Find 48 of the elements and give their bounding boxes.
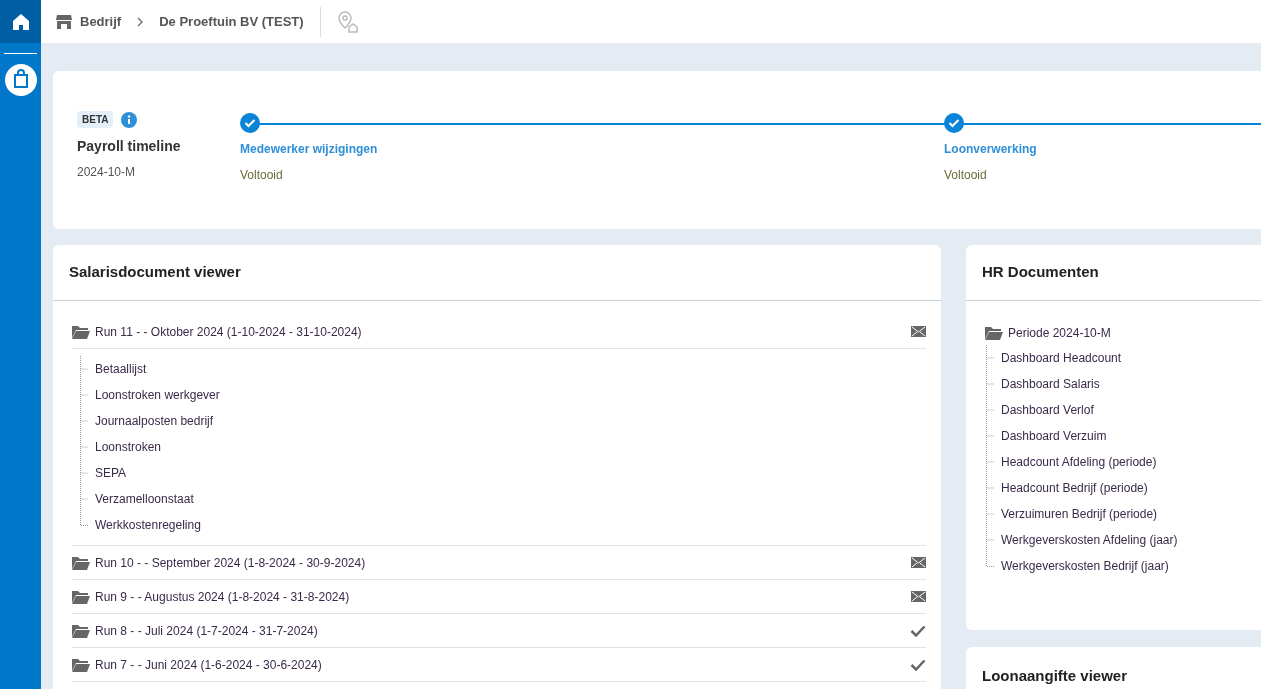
card-title: Salarisdocument viewer: [69, 262, 241, 283]
tree-item[interactable]: Dashboard Salaris: [1001, 375, 1100, 393]
folder-icon: [72, 623, 90, 638]
tree-item[interactable]: SEPA: [95, 464, 127, 482]
beta-badge: BETA: [77, 111, 114, 128]
card-title: HR Documenten: [982, 262, 1099, 283]
tree-item[interactable]: Dashboard Verlof: [1001, 401, 1094, 419]
tree-item[interactable]: Dashboard Verzuim: [1001, 427, 1107, 445]
folder-icon: [72, 555, 90, 570]
check-icon: [910, 658, 926, 671]
tree-item[interactable]: Journaalposten bedrijf: [95, 412, 214, 430]
tree-item[interactable]: Headcount Bedrijf (periode): [1001, 479, 1148, 497]
tree-item[interactable]: Werkgeverskosten Afdeling (jaar): [1001, 531, 1178, 549]
folder-item[interactable]: Periode 2024-10-M: [1008, 324, 1111, 342]
step-status: Voltooid: [944, 167, 988, 184]
folder-icon: [72, 657, 90, 672]
folder-icon: [985, 326, 1003, 340]
folder-icon: [72, 324, 90, 339]
breadcrumb-link[interactable]: Bedrijf: [80, 11, 122, 32]
home-icon[interactable]: [11, 12, 30, 31]
tree-item[interactable]: Verzuimuren Bedrijf (periode): [1001, 505, 1158, 523]
tree-item[interactable]: Loonstroken werkgever: [95, 386, 220, 404]
folder-icon: [72, 589, 90, 604]
card-title: Loonaangifte viewer: [982, 666, 1129, 686]
tree-item[interactable]: Werkkostenregeling: [95, 516, 201, 534]
mail-icon[interactable]: [911, 557, 926, 568]
folder-item[interactable]: Run 11 - - Oktober 2024 (1-10-2024 - 31-10-2024): [95, 322, 911, 341]
breadcrumb-link[interactable]: De Proeftuin BV (TEST): [159, 11, 304, 32]
mail-icon[interactable]: [911, 326, 926, 337]
sidebar-button[interactable]: [0, 0, 41, 43]
step-status: Voltooid: [240, 167, 284, 184]
tree-item[interactable]: Headcount Afdeling (periode): [1001, 453, 1157, 471]
check-icon: [910, 624, 926, 637]
info-icon[interactable]: [121, 111, 138, 128]
folder-item[interactable]: Run 9 - - Augustus 2024 (1-8-2024 - 31-8-2024): [95, 587, 911, 606]
mail-icon[interactable]: [911, 591, 926, 602]
folder-item[interactable]: Run 10 - - September 2024 (1-8-2024 - 30-9-2024): [95, 553, 911, 572]
folder-item[interactable]: Run 8 - - Juli 2024 (1-7-2024 - 31-7-2024): [95, 621, 910, 640]
tree-item[interactable]: Dashboard Headcount: [1001, 349, 1122, 367]
timeline-title: Payroll timeline: [77, 137, 182, 156]
store-icon: [56, 14, 72, 29]
chevron-right-icon: [136, 16, 145, 27]
tree-item[interactable]: Loonstroken: [95, 438, 162, 456]
folder-item[interactable]: Run 7 - - Juni 2024 (1-6-2024 - 30-6-2024): [95, 655, 910, 674]
tree-item[interactable]: Werkgeverskosten Bedrijf (jaar): [1001, 557, 1169, 575]
tree-item[interactable]: Verzamelloonstaat: [95, 490, 194, 508]
timeline-period: 2024-10-M: [77, 164, 137, 181]
tree-item[interactable]: Betaallijst: [95, 360, 147, 378]
